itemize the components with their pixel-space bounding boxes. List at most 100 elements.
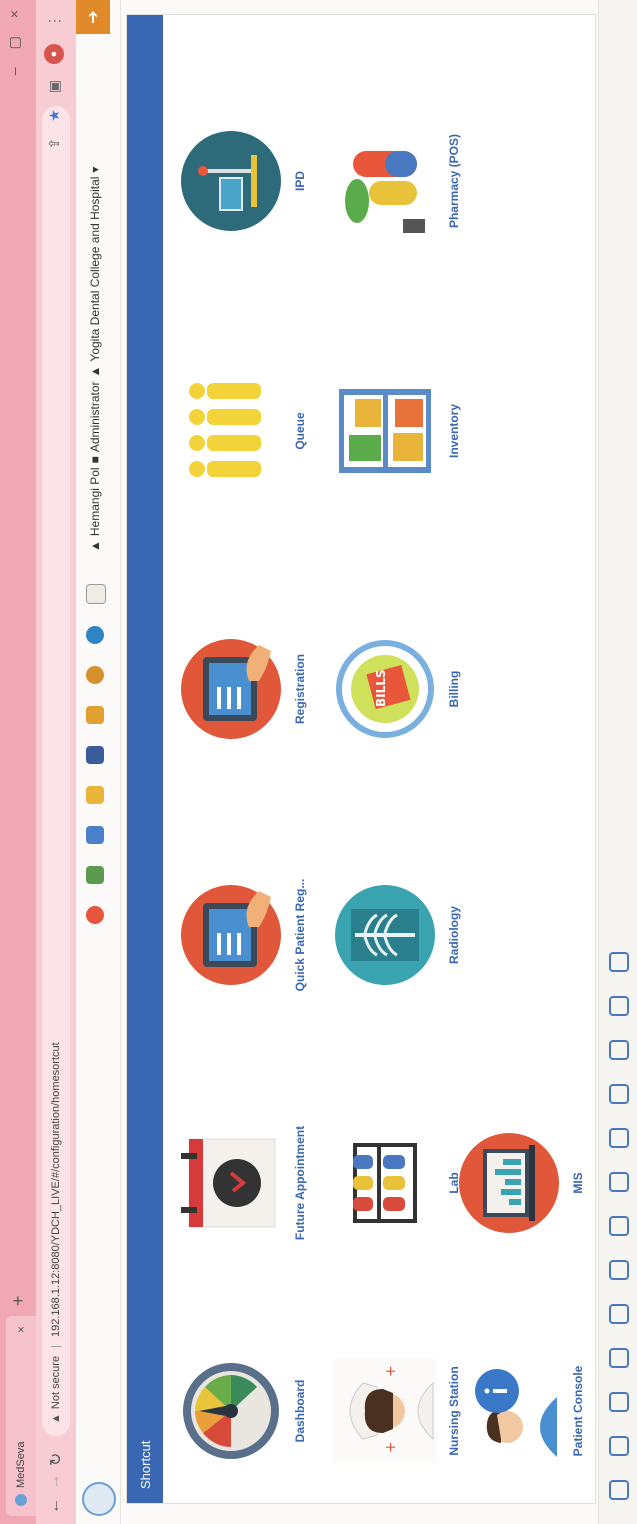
user-info[interactable]: ▲ Hemangi Pol ■ Administrator ▲ Yogita D…	[88, 167, 102, 552]
gear-icon[interactable]	[608, 1040, 629, 1060]
tile-label: Dashboard	[293, 1379, 307, 1443]
bag-icon[interactable]	[86, 706, 104, 724]
organization-name: Yogita Dental College and Hospital	[88, 176, 102, 362]
calendar-icon[interactable]	[86, 786, 104, 804]
role-icon: ■	[88, 456, 102, 464]
new-tab-button[interactable]: +	[8, 1295, 29, 1306]
calendar-clock-icon	[179, 1131, 283, 1235]
window-controls: – ▢ ×	[6, 10, 23, 75]
tab-title: MedSeva	[15, 1441, 27, 1488]
patients-icon[interactable]	[608, 1436, 629, 1456]
sidepanel-icon[interactable]: ▣	[46, 80, 63, 93]
group-icon[interactable]	[86, 746, 104, 764]
sidebar-nav	[598, 0, 637, 1524]
tile-pharmacy-pos[interactable]: Pharmacy (POS)	[333, 81, 493, 281]
user-name: Hemangi Pol	[88, 467, 102, 537]
url-field[interactable]: ▲ Not secure | 192.168.1.12:8080/YDCH_LI…	[42, 106, 70, 1436]
globe-icon[interactable]	[86, 626, 104, 644]
screen: MedSeva × + – ▢ × ← → ↻ ▲ Not secure | 1…	[0, 0, 637, 1524]
tile-label: MIS	[571, 1172, 585, 1194]
network-icon[interactable]	[608, 952, 629, 972]
tile-label: Inventory	[447, 404, 461, 459]
tablet-form-icon	[179, 883, 283, 987]
url-separator: |	[50, 1345, 62, 1348]
test-tubes-icon	[333, 1131, 437, 1235]
tab-close-icon[interactable]: ×	[14, 1326, 28, 1333]
browser-tab[interactable]: MedSeva ×	[6, 1316, 36, 1516]
warning-icon: ▲	[50, 1413, 62, 1424]
shortcut-panel: Shortcut Dashboard Future Appointment Qu…	[126, 14, 596, 1504]
chrome-icon[interactable]	[86, 906, 104, 924]
reload-icon[interactable]: ↻	[46, 1453, 66, 1466]
tile-dashboard[interactable]: Dashboard	[179, 1311, 339, 1511]
user-icon: ▲	[88, 540, 102, 552]
svg-text:+: +	[383, 1365, 399, 1377]
shortcut-header: Shortcut	[127, 15, 163, 1503]
tile-label: IPD	[293, 171, 307, 192]
settings-people-icon[interactable]	[86, 826, 104, 844]
bookmark-star-icon[interactable]: ★	[46, 109, 63, 122]
favicon-icon	[15, 1494, 27, 1506]
xray-icon	[333, 883, 437, 987]
profile-avatar[interactable]: ●	[44, 44, 64, 64]
tile-inventory[interactable]: Inventory	[333, 331, 493, 531]
url-text: 192.168.1.12:8080/YDCH_LIVE/#/configurat…	[50, 1042, 62, 1338]
minimize-button[interactable]: –	[6, 67, 23, 75]
header-toolbar	[86, 584, 106, 924]
tile-label: Radiology	[447, 906, 461, 965]
back-icon[interactable]: ←	[46, 1498, 64, 1514]
browser-menu-icon[interactable]: ⋮	[46, 14, 63, 28]
tile-future-appointment[interactable]: Future Appointment	[179, 1083, 339, 1283]
shelf-icon	[333, 379, 437, 483]
hospital-bed-icon	[179, 129, 283, 233]
patient-info-icon	[457, 1359, 561, 1463]
tile-label: Patient Console	[571, 1365, 585, 1457]
svg-text:BILLS: BILLS	[374, 669, 388, 707]
people-queue-icon	[179, 379, 283, 483]
forward-icon[interactable]: →	[46, 1474, 64, 1490]
monitor-chart-icon	[457, 1131, 561, 1235]
tile-quick-patient-reg[interactable]: Quick Patient Reg...	[179, 835, 339, 1035]
tile-label: Billing	[447, 670, 461, 708]
clipboard-icon[interactable]	[608, 1128, 629, 1148]
tile-mis[interactable]: MIS	[457, 1083, 617, 1283]
tile-ipd[interactable]: IPD	[179, 81, 339, 281]
browser-tabstrip: MedSeva × + – ▢ ×	[0, 0, 36, 1524]
users-icon[interactable]	[608, 1392, 629, 1412]
flask-icon[interactable]	[608, 1172, 629, 1192]
list-icon[interactable]	[86, 866, 104, 884]
tile-registration[interactable]: Registration	[179, 589, 339, 789]
tile-label: Registration	[293, 654, 307, 725]
money-icon[interactable]	[86, 666, 104, 684]
svg-text:+: +	[383, 1441, 399, 1453]
tile-patient-console[interactable]: Patient Console	[457, 1311, 617, 1511]
maximize-button[interactable]: ▢	[6, 36, 23, 49]
pills-icon	[333, 129, 437, 233]
nurse-icon: + +	[333, 1359, 437, 1463]
tile-label: Pharmacy (POS)	[447, 133, 461, 229]
logout-icon: ➔	[85, 10, 102, 24]
heart-icon[interactable]	[608, 1304, 629, 1324]
app-logo[interactable]	[82, 1482, 116, 1516]
security-label: Not secure	[50, 1355, 62, 1410]
stethoscope-icon[interactable]	[608, 1260, 629, 1280]
bed-icon[interactable]	[608, 1348, 629, 1368]
shortcut-title: Shortcut	[138, 1440, 153, 1489]
user-role: Administrator	[88, 381, 102, 453]
settings-icon[interactable]	[608, 1480, 629, 1500]
menu-lines-icon[interactable]	[608, 996, 629, 1016]
chevron-down-icon: ▾	[88, 166, 102, 173]
close-window-button[interactable]: ×	[6, 10, 23, 18]
tile-label: Future Appointment	[293, 1125, 307, 1241]
tile-radiology[interactable]: Radiology	[333, 835, 493, 1035]
share-icon[interactable]: ⇪	[46, 138, 63, 150]
tile-queue[interactable]: Queue	[179, 331, 339, 531]
user-icon[interactable]	[86, 584, 106, 604]
calculator-icon[interactable]	[608, 1084, 629, 1104]
logout-button[interactable]: ➔	[76, 0, 110, 34]
address-bar: ← → ↻ ▲ Not secure | 192.168.1.12:8080/Y…	[36, 0, 76, 1524]
monitor-icon[interactable]	[608, 1216, 629, 1236]
tile-label: Queue	[293, 412, 307, 450]
browser-actions: ⇪ ★ ▣ ● ⋮	[44, 14, 64, 150]
tile-billing[interactable]: BILLS Billing	[333, 589, 493, 789]
